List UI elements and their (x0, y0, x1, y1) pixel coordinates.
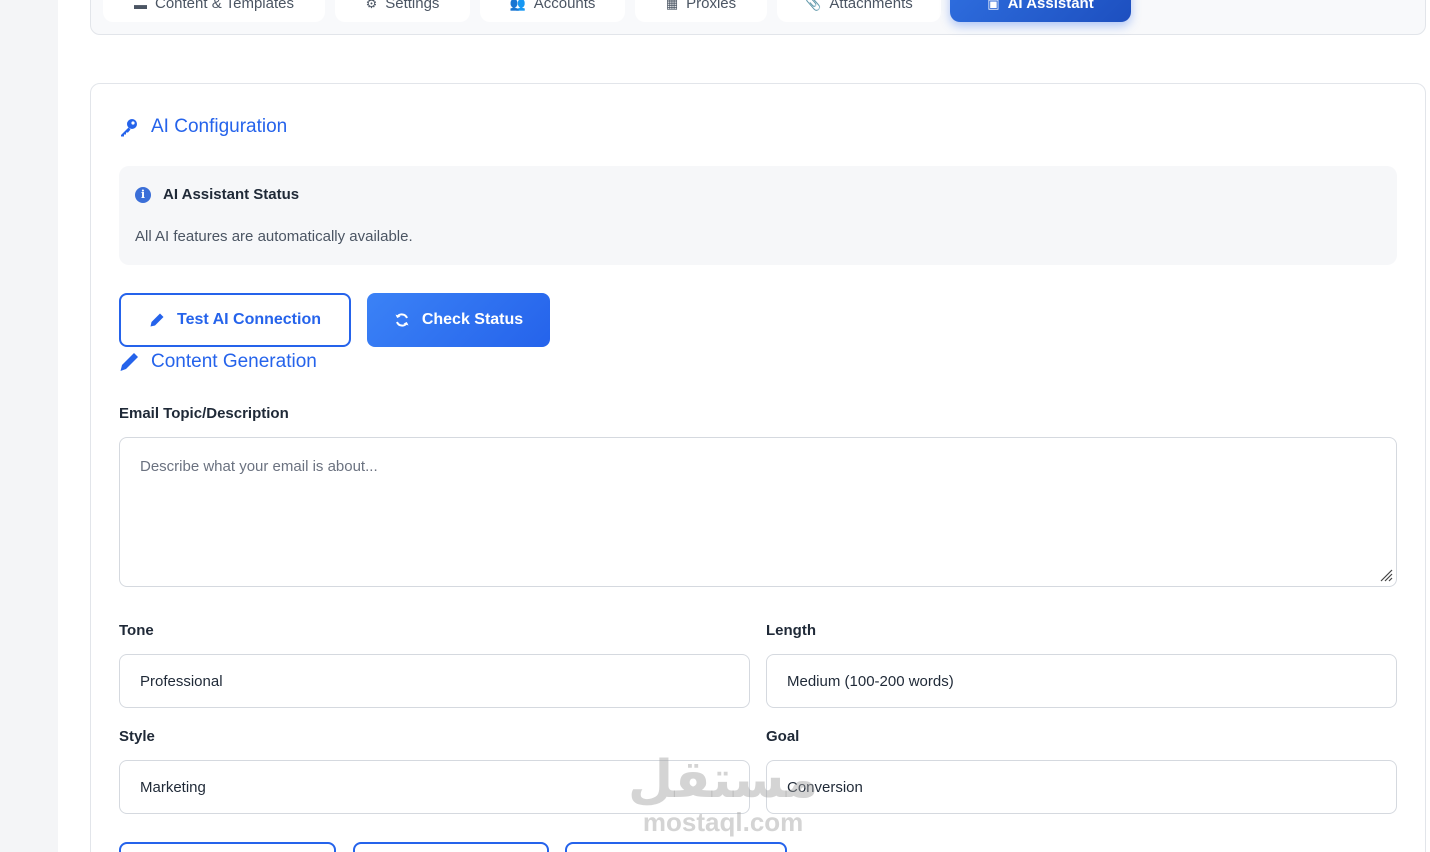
tab-accounts[interactable]: 👥 Accounts (480, 0, 625, 22)
tab-settings[interactable]: ⚙ Settings (335, 0, 470, 22)
section-title-text: AI Configuration (151, 116, 288, 137)
button-label: Check Status (421, 311, 524, 328)
content-generation-title: Content Generation (119, 351, 317, 373)
tab-content-templates[interactable]: ▬ Content & Templates (103, 0, 325, 22)
tertiary-action-button[interactable] (565, 842, 787, 852)
tab-label: Proxies (686, 0, 737, 12)
length-select[interactable]: Medium (100-200 words) (766, 654, 1397, 708)
gear-icon: ⚙ (365, 0, 378, 11)
pencil-icon (120, 353, 138, 371)
tone-label: Tone (119, 622, 154, 639)
tab-label: Content & Templates (155, 0, 294, 12)
ai-status-box: i AI Assistant Status All AI features ar… (119, 166, 1397, 265)
resize-handle-icon[interactable] (1377, 566, 1393, 582)
tone-select[interactable]: Professional (119, 654, 750, 708)
tab-label: Attachments (829, 0, 913, 12)
email-topic-input[interactable] (119, 437, 1397, 587)
length-label: Length (766, 622, 816, 639)
tab-proxies[interactable]: ▦ Proxies (635, 0, 767, 22)
robot-icon: ▣ (987, 0, 1000, 11)
status-header: i AI Assistant Status (135, 186, 299, 203)
document-icon: ▬ (134, 0, 147, 12)
secondary-action-button[interactable] (353, 842, 549, 852)
grid-icon: ▦ (665, 0, 679, 11)
generate-action-button[interactable] (119, 842, 336, 852)
length-value: Medium (100-200 words) (787, 672, 954, 690)
test-ai-connection-button[interactable]: Test AI Connection (119, 293, 351, 347)
tone-value: Professional (140, 672, 223, 690)
check-status-button[interactable]: Check Status (367, 293, 550, 347)
goal-value: Conversion (787, 778, 863, 796)
status-text: All AI features are automatically availa… (135, 228, 413, 245)
tab-label: Accounts (533, 0, 596, 12)
tab-label: AI Assistant (1007, 0, 1094, 12)
tab-attachments[interactable]: 📎 Attachments (777, 0, 941, 22)
button-label: Test AI Connection (177, 311, 321, 328)
info-icon: i (135, 186, 151, 203)
email-topic-label: Email Topic/Description (119, 405, 289, 422)
style-value: Marketing (140, 778, 206, 796)
tab-label: Settings (385, 0, 440, 12)
goal-select[interactable]: Conversion (766, 760, 1397, 814)
style-label: Style (119, 728, 155, 745)
refresh-icon (395, 313, 409, 327)
paperclip-icon: 📎 (805, 0, 822, 11)
style-select[interactable]: Marketing (119, 760, 750, 814)
users-icon: 👥 (509, 0, 526, 11)
pencil-icon (150, 313, 164, 327)
tab-ai-assistant[interactable]: ▣ AI Assistant (950, 0, 1131, 22)
ai-configuration-title: AI Configuration (119, 116, 287, 138)
key-icon (121, 119, 137, 137)
section-title-text: Content Generation (151, 351, 317, 372)
status-title: AI Assistant Status (163, 186, 300, 203)
goal-label: Goal (766, 728, 800, 745)
